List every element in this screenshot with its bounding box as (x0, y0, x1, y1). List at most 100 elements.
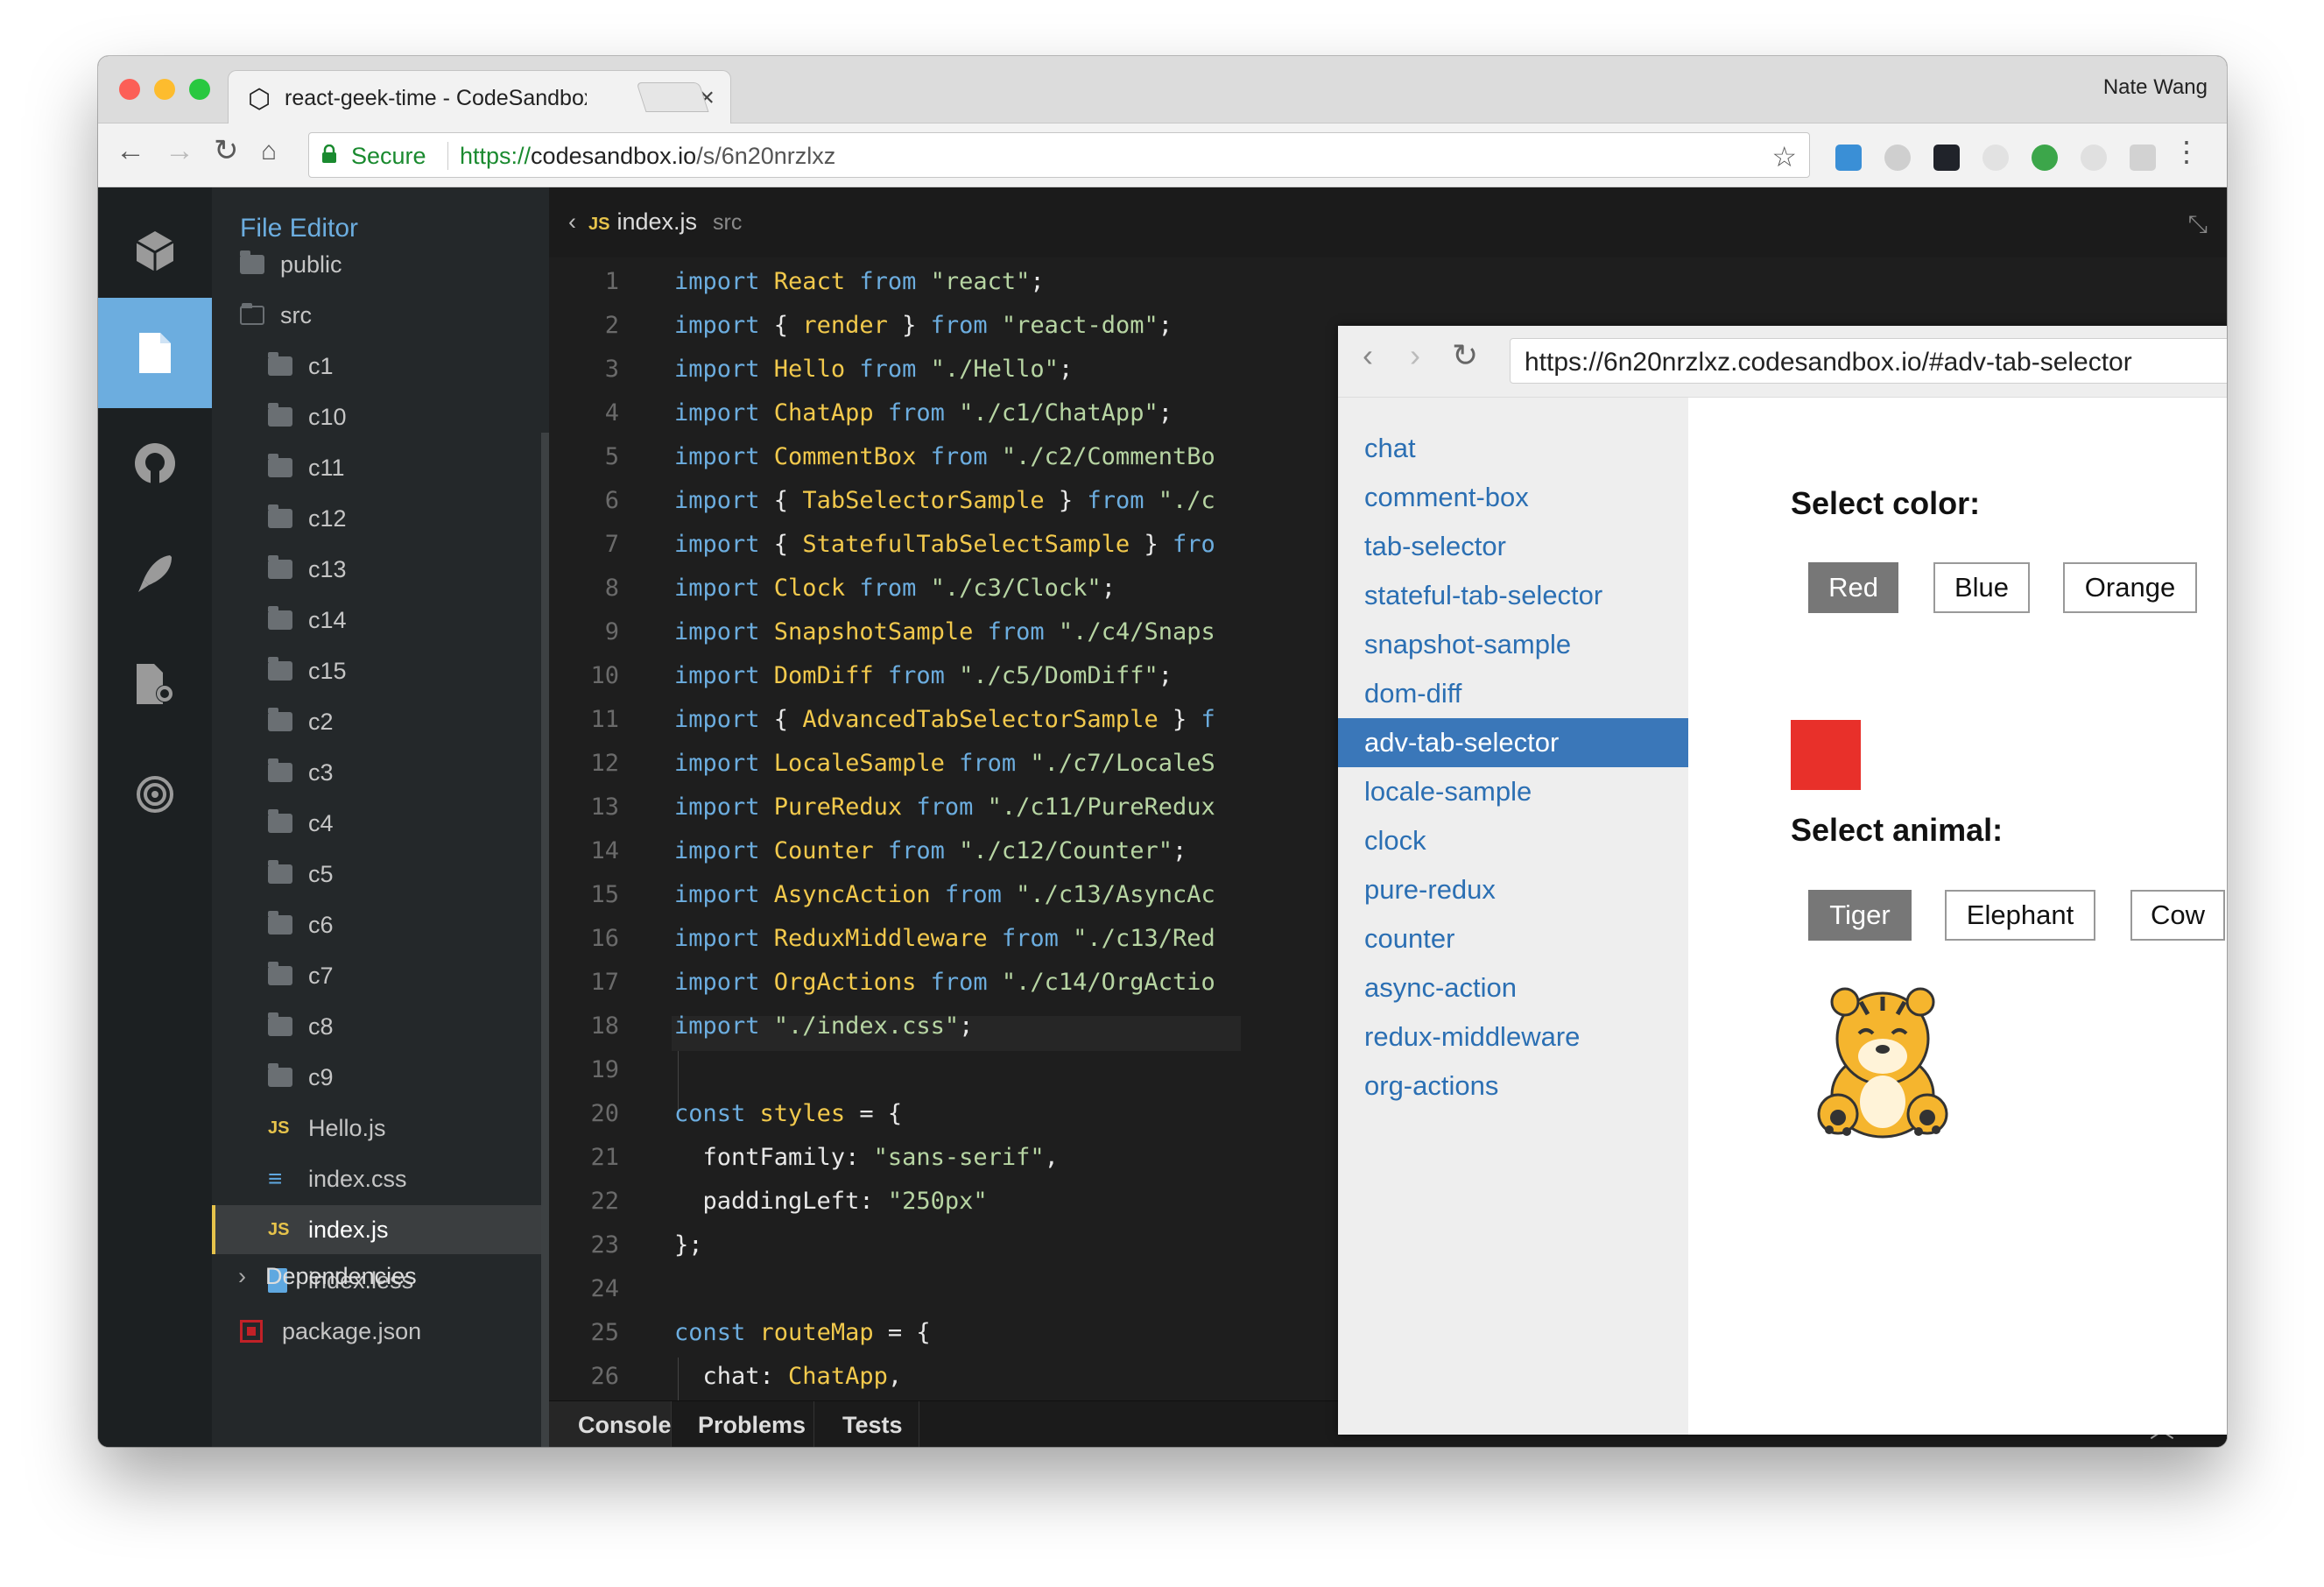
address-bar[interactable]: Secure https://codesandbox.io/s/6n20nrzl… (308, 132, 1810, 178)
file-tree-item[interactable]: c3 (212, 748, 541, 797)
file-tree-item[interactable]: c15 (212, 646, 541, 695)
preview-reload-icon[interactable]: ↻ (1452, 340, 1478, 371)
file-tree-item[interactable]: c4 (212, 799, 541, 848)
file-tree-item[interactable]: c8 (212, 1002, 541, 1051)
chevron-left-icon[interactable]: ‹ (568, 208, 576, 235)
code-token: from (930, 443, 1002, 470)
file-tree-item[interactable]: src (212, 291, 541, 340)
code-token: from (944, 881, 1017, 908)
preview-menu-link-tab-selector[interactable]: tab-selector (1338, 522, 1688, 571)
deploy-rocket-icon[interactable] (98, 518, 212, 629)
new-tab-button[interactable] (636, 82, 709, 112)
color-button-blue[interactable]: Blue (1933, 562, 2030, 613)
code-line: import AsyncAction from "./c13/AsyncAc (674, 881, 1215, 908)
code-area[interactable]: 1 import React from "react"; 2 import { ren… (549, 257, 1241, 1400)
color-button-red[interactable]: Red (1808, 562, 1898, 613)
animal-button-tiger[interactable]: Tiger (1808, 890, 1912, 941)
sidebar-scrollbar[interactable] (541, 433, 549, 1447)
code-token: OrgActions (773, 969, 931, 996)
file-tree-item[interactable]: ≡ index.css (212, 1154, 541, 1203)
color-button-orange[interactable]: Orange (2063, 562, 2197, 613)
reload-icon[interactable]: ↻ (214, 136, 239, 166)
url-path: /s/6n20nrzlxz (696, 143, 836, 169)
back-arrow-icon[interactable]: ← (116, 136, 145, 166)
extension-r-icon[interactable] (2130, 145, 2156, 171)
preview-menu-link-clock[interactable]: clock (1338, 816, 1688, 865)
preview-forward-icon[interactable]: › (1410, 340, 1420, 371)
react-devtools-icon[interactable] (1933, 145, 1960, 171)
animal-button-cow[interactable]: Cow (2130, 890, 2225, 941)
preview-menu-link-comment-box[interactable]: comment-box (1338, 473, 1688, 522)
preview-menu-link-stateful-tab-selector[interactable]: stateful-tab-selector (1338, 571, 1688, 620)
extension-green-icon[interactable] (2032, 145, 2058, 171)
code-token: import (674, 312, 774, 339)
tab-problems[interactable]: Problems (672, 1401, 814, 1447)
title-bar: ⬡ react-geek-time - CodeSandbox × Nate W… (98, 56, 2227, 123)
animal-button-elephant[interactable]: Elephant (1945, 890, 2095, 941)
file-tree-item[interactable]: c2 (212, 697, 541, 746)
file-editor-icon[interactable] (98, 298, 212, 408)
code-line: }; (674, 1231, 703, 1259)
home-icon[interactable]: ⌂ (261, 138, 277, 165)
preview-url-input[interactable]: https://6n20nrzlxz.codesandbox.io/#adv-t… (1510, 338, 2227, 384)
file-tree-item[interactable]: JS index.js (212, 1205, 541, 1254)
extension-gray-icon[interactable] (1982, 145, 2009, 171)
extension-weibo-icon[interactable] (1884, 145, 1911, 171)
folder-icon (268, 1063, 292, 1087)
minimize-window-button[interactable] (154, 79, 175, 100)
chrome-menu-icon[interactable]: ⋮ (2173, 138, 2201, 166)
code-line: import ReduxMiddleware from "./c13/Red (674, 925, 1215, 952)
codesandbox-logo-icon[interactable] (98, 196, 212, 307)
code-token: = { (887, 1319, 931, 1346)
folder-icon (268, 708, 292, 731)
code-token: , (887, 1363, 903, 1390)
code-token: from (930, 312, 1002, 339)
preview-menu-link-counter[interactable]: counter (1338, 914, 1688, 963)
preview-menu-link-redux-middleware[interactable]: redux-middleware (1338, 1012, 1688, 1062)
url-scheme: https:// (460, 143, 532, 169)
forward-arrow-icon[interactable]: → (165, 136, 194, 166)
code-token: "./c12/Counter" (959, 837, 1173, 864)
close-window-button[interactable] (119, 79, 140, 100)
preview-menu-link-snapshot-sample[interactable]: snapshot-sample (1338, 620, 1688, 669)
file-tree-item[interactable]: c14 (212, 596, 541, 645)
file-tree-item[interactable]: c5 (212, 850, 541, 899)
zoom-window-button[interactable] (189, 79, 210, 100)
file-tree-item[interactable]: c7 (212, 951, 541, 1000)
file-tree-item[interactable]: c10 (212, 392, 541, 441)
collapse-preview-icon[interactable]: ⤡ (2188, 210, 2208, 239)
browser-window: ⬡ react-geek-time - CodeSandbox × Nate W… (98, 56, 2227, 1447)
extension-circle-icon[interactable] (2081, 145, 2107, 171)
dependencies-toggle[interactable]: › Dependencies (238, 1263, 417, 1290)
preview-menu-link-locale-sample[interactable]: locale-sample (1338, 767, 1688, 816)
extension-s-icon[interactable] (1835, 145, 1862, 171)
file-tree-item[interactable]: c9 (212, 1053, 541, 1102)
code-token: "./c5/DomDiff" (959, 662, 1158, 689)
file-tree-item[interactable]: c1 (212, 342, 541, 391)
preview-menu-link-chat[interactable]: chat (1338, 424, 1688, 473)
file-tree-item[interactable]: package.json (212, 1307, 541, 1356)
file-tree-item[interactable]: JS Hello.js (212, 1104, 541, 1153)
bookmark-star-icon[interactable]: ☆ (1771, 140, 1797, 173)
tab-console[interactable]: Console (549, 1401, 672, 1447)
preview-menu-link-adv-tab-selector[interactable]: adv-tab-selector (1338, 718, 1688, 767)
code-token: import (674, 531, 774, 558)
preview-menu-link-org-actions[interactable]: org-actions (1338, 1062, 1688, 1111)
config-file-icon[interactable] (98, 629, 212, 739)
live-broadcast-icon[interactable] (98, 739, 212, 850)
github-icon[interactable] (98, 408, 212, 518)
file-tree-item[interactable]: c11 (212, 443, 541, 492)
file-tree-label: c3 (308, 758, 334, 786)
preview-back-icon[interactable]: ‹ (1363, 340, 1373, 371)
tab-tests[interactable]: Tests (814, 1401, 919, 1447)
file-tree-item[interactable]: public (212, 240, 541, 289)
file-tree-item[interactable]: c12 (212, 494, 541, 543)
file-tree-item[interactable]: c13 (212, 545, 541, 594)
editor-tab-index-js[interactable]: ‹ JS index.js src (568, 208, 742, 236)
preview-menu-link-pure-redux[interactable]: pure-redux (1338, 865, 1688, 914)
preview-menu-link-async-action[interactable]: async-action (1338, 963, 1688, 1012)
preview-menu-link-dom-diff[interactable]: dom-diff (1338, 669, 1688, 718)
profile-name[interactable]: Nate Wang (2103, 75, 2208, 100)
line-number: 10 (590, 662, 619, 689)
file-tree-item[interactable]: c6 (212, 900, 541, 949)
